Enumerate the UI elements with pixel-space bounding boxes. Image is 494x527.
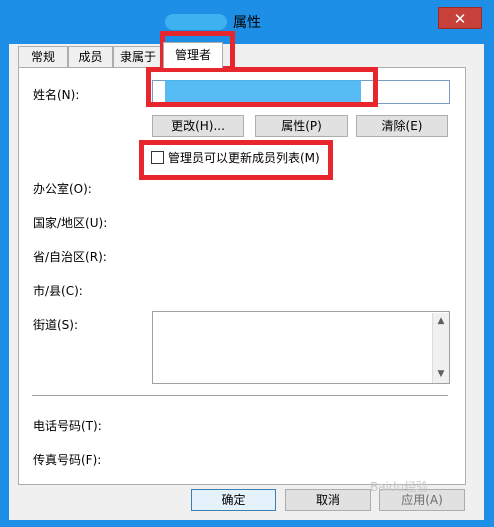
tab-managed-by[interactable]: 管理者 <box>163 42 223 68</box>
phone-label: 电话号码(T): <box>33 419 102 433</box>
cancel-button[interactable]: 取消 <box>285 489 371 511</box>
properties-button[interactable]: 属性(P) <box>255 115 348 137</box>
clear-button[interactable]: 清除(E) <box>356 115 448 137</box>
office-label: 办公室(O): <box>33 182 92 196</box>
watermark: Baidu经验 <box>370 480 429 494</box>
country-label: 国家/地区(U): <box>33 216 108 230</box>
street-scrollbar[interactable]: ▲ ▼ <box>432 313 449 383</box>
separator <box>32 395 448 396</box>
title-bar[interactable]: 属性 ✕ <box>0 0 494 44</box>
window-title: 属性 <box>233 15 261 31</box>
tab-members[interactable]: 成员 <box>68 46 113 67</box>
tab-member-of[interactable]: 隶属于 <box>113 46 163 67</box>
tab-general[interactable]: 常规 <box>18 46 68 67</box>
window-border-left <box>0 44 9 527</box>
scroll-down-icon[interactable]: ▼ <box>433 369 449 379</box>
highlight-checkbox <box>139 140 333 180</box>
city-label: 市/县(C): <box>33 284 83 298</box>
name-label: 姓名(N): <box>33 88 80 102</box>
fax-label: 传真号码(F): <box>33 453 102 467</box>
street-label: 街道(S): <box>33 318 79 332</box>
province-label: 省/自治区(R): <box>33 250 107 264</box>
highlight-name-field <box>146 67 378 107</box>
window-border-right <box>484 44 494 527</box>
change-button[interactable]: 更改(H)... <box>152 115 244 137</box>
close-button[interactable]: ✕ <box>438 7 482 29</box>
ok-button[interactable]: 确定 <box>191 489 276 511</box>
window-border-bottom <box>0 520 494 527</box>
close-icon: ✕ <box>453 10 467 28</box>
street-textarea[interactable] <box>152 311 450 384</box>
scroll-up-icon[interactable]: ▲ <box>433 316 449 326</box>
